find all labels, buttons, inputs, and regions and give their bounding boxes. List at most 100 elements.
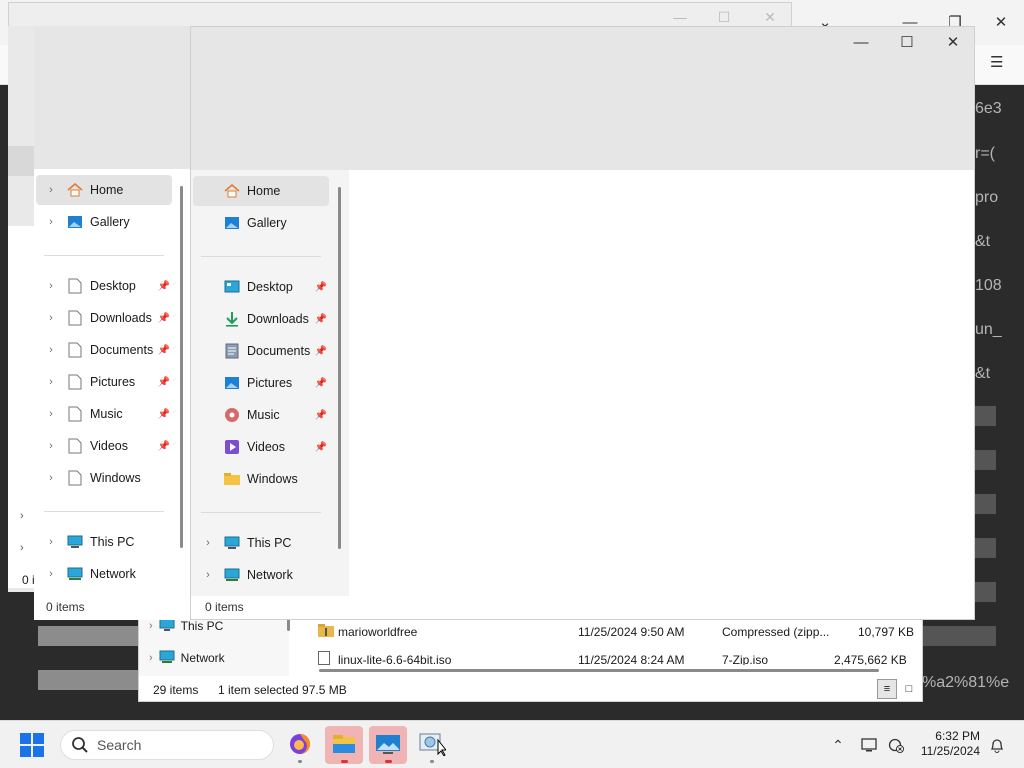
- nav-item-downloads[interactable]: › Downloads 📌: [36, 303, 172, 333]
- chevron-right-icon[interactable]: ›: [44, 536, 58, 548]
- vertical-scrollbar[interactable]: [180, 186, 183, 548]
- pin-icon[interactable]: 📌: [158, 313, 170, 324]
- nav-item-label: Pictures: [90, 375, 136, 389]
- nav-item-desktop[interactable]: › Desktop 📌: [36, 271, 172, 301]
- file-icon: [66, 469, 84, 487]
- pin-icon[interactable]: 📌: [315, 378, 327, 389]
- clock[interactable]: 6:32 PM 11/25/2024: [910, 729, 980, 759]
- file-row[interactable]: marioworldfree 11/25/2024 9:50 AM Compre…: [314, 621, 914, 645]
- display-icon[interactable]: [858, 731, 882, 759]
- pin-icon[interactable]: 📌: [315, 442, 327, 453]
- windows-logo-icon: [33, 733, 44, 744]
- file-list-area[interactable]: [349, 170, 974, 619]
- chevron-right-icon[interactable]: ›: [20, 510, 24, 522]
- network-icon: [66, 565, 84, 583]
- file-size: 10,797 KB: [858, 625, 915, 639]
- chevron-right-icon[interactable]: ›: [44, 184, 58, 196]
- nav-item-downloads[interactable]: Downloads 📌: [193, 304, 329, 334]
- notification-bell-icon[interactable]: [986, 731, 1008, 759]
- nav-item-windows[interactable]: › Windows: [36, 463, 172, 493]
- nav-item-videos[interactable]: Videos 📌: [193, 432, 329, 462]
- file-type: Compressed (zipp...: [722, 625, 830, 639]
- status-item-count: 0 items: [46, 600, 85, 614]
- nav-item-desktop[interactable]: Desktop 📌: [193, 272, 329, 302]
- chevron-right-icon[interactable]: ›: [44, 408, 58, 420]
- file-name: linux-lite-6.6-64bit.iso: [338, 653, 452, 665]
- nav-item-label: Network: [90, 567, 136, 581]
- chevron-right-icon[interactable]: ›: [44, 312, 58, 324]
- nav-item-this-pc[interactable]: › This PC: [193, 528, 329, 558]
- chevron-right-icon[interactable]: ›: [44, 216, 58, 228]
- chevron-right-icon[interactable]: ›: [44, 344, 58, 356]
- chevron-right-icon[interactable]: ›: [44, 440, 58, 452]
- file-explorer-icon: [332, 733, 356, 758]
- nav-item-this-pc[interactable]: › This PC: [36, 527, 172, 557]
- nav-item-network[interactable]: › Network: [149, 646, 225, 670]
- taskbar-app-paint[interactable]: [369, 726, 407, 764]
- nav-item-home[interactable]: Home: [193, 176, 329, 206]
- chevron-right-icon[interactable]: ›: [44, 280, 58, 292]
- nav-item-windows[interactable]: Windows: [193, 464, 329, 494]
- nav-item-label: Documents: [90, 343, 154, 357]
- minimize-icon[interactable]: —: [846, 28, 876, 56]
- chevron-right-icon[interactable]: ›: [201, 537, 215, 549]
- nav-item-gallery[interactable]: › Gallery: [36, 207, 172, 237]
- start-button[interactable]: [20, 733, 44, 757]
- pin-icon[interactable]: 📌: [158, 345, 170, 356]
- pin-icon[interactable]: 📌: [158, 281, 170, 292]
- pin-icon[interactable]: 📌: [315, 314, 327, 325]
- nav-item-pictures[interactable]: Pictures 📌: [193, 368, 329, 398]
- nav-item-label: Downloads: [247, 312, 309, 326]
- chevron-right-icon[interactable]: ›: [201, 569, 215, 581]
- nav-item-gallery[interactable]: Gallery: [193, 208, 329, 238]
- chevron-right-icon[interactable]: ›: [44, 568, 58, 580]
- nav-item-label: Downloads: [90, 311, 152, 325]
- running-indicator: [298, 760, 302, 763]
- network-disconnected-icon[interactable]: [884, 731, 908, 759]
- pin-icon[interactable]: 📌: [158, 377, 170, 388]
- pin-icon[interactable]: 📌: [315, 410, 327, 421]
- chevron-up-icon[interactable]: ⌃: [826, 731, 850, 759]
- nav-item-documents[interactable]: Documents 📌: [193, 336, 329, 366]
- vertical-scrollbar[interactable]: [338, 187, 341, 549]
- close-icon[interactable]: ✕: [986, 8, 1016, 36]
- chevron-right-icon[interactable]: ›: [149, 652, 153, 664]
- file-date: 11/25/2024 9:50 AM: [578, 625, 685, 639]
- pin-icon[interactable]: 📌: [315, 346, 327, 357]
- desktop-icon: [223, 278, 241, 296]
- nav-item-videos[interactable]: › Videos 📌: [36, 431, 172, 461]
- file-row[interactable]: linux-lite-6.6-64bit.iso 11/25/2024 8:24…: [314, 649, 914, 665]
- chevron-right-icon[interactable]: ›: [44, 472, 58, 484]
- chevron-right-icon[interactable]: ›: [149, 620, 153, 632]
- search-icon: [71, 736, 89, 754]
- nav-item-network[interactable]: › Network: [193, 560, 329, 590]
- nav-item-music[interactable]: Music 📌: [193, 400, 329, 430]
- tiles-view-icon[interactable]: □: [899, 679, 919, 699]
- blurred-block: [975, 450, 996, 470]
- horizontal-scrollbar[interactable]: [319, 669, 879, 672]
- close-icon[interactable]: ✕: [938, 28, 968, 56]
- nav-item-home[interactable]: › Home: [36, 175, 172, 205]
- chevron-right-icon[interactable]: ›: [20, 542, 24, 554]
- nav-item-documents[interactable]: › Documents 📌: [36, 335, 172, 365]
- url-fragment: &t: [975, 233, 991, 250]
- home-icon: [223, 182, 241, 200]
- details-view-icon[interactable]: ≡: [877, 679, 897, 699]
- nav-item-pictures[interactable]: › Pictures 📌: [36, 367, 172, 397]
- nav-item-network[interactable]: › Network: [36, 559, 172, 589]
- maximize-icon[interactable]: ☐: [892, 28, 922, 56]
- nav-item-label: Home: [247, 184, 281, 198]
- downloads-icon: [223, 310, 241, 328]
- menu-icon[interactable]: ☰: [990, 53, 1003, 71]
- chevron-right-icon[interactable]: ›: [44, 376, 58, 388]
- pin-icon[interactable]: 📌: [158, 441, 170, 452]
- nav-item-label: This PC: [247, 536, 292, 550]
- taskbar-app-firefox[interactable]: [281, 726, 319, 764]
- pin-icon[interactable]: 📌: [158, 409, 170, 420]
- pin-icon[interactable]: 📌: [315, 282, 327, 293]
- nav-item-music[interactable]: › Music 📌: [36, 399, 172, 429]
- home-icon: [66, 181, 84, 199]
- taskbar-app-file-explorer[interactable]: [325, 726, 363, 764]
- taskbar-app-setup[interactable]: [413, 726, 451, 764]
- taskbar-search[interactable]: Search: [60, 730, 274, 760]
